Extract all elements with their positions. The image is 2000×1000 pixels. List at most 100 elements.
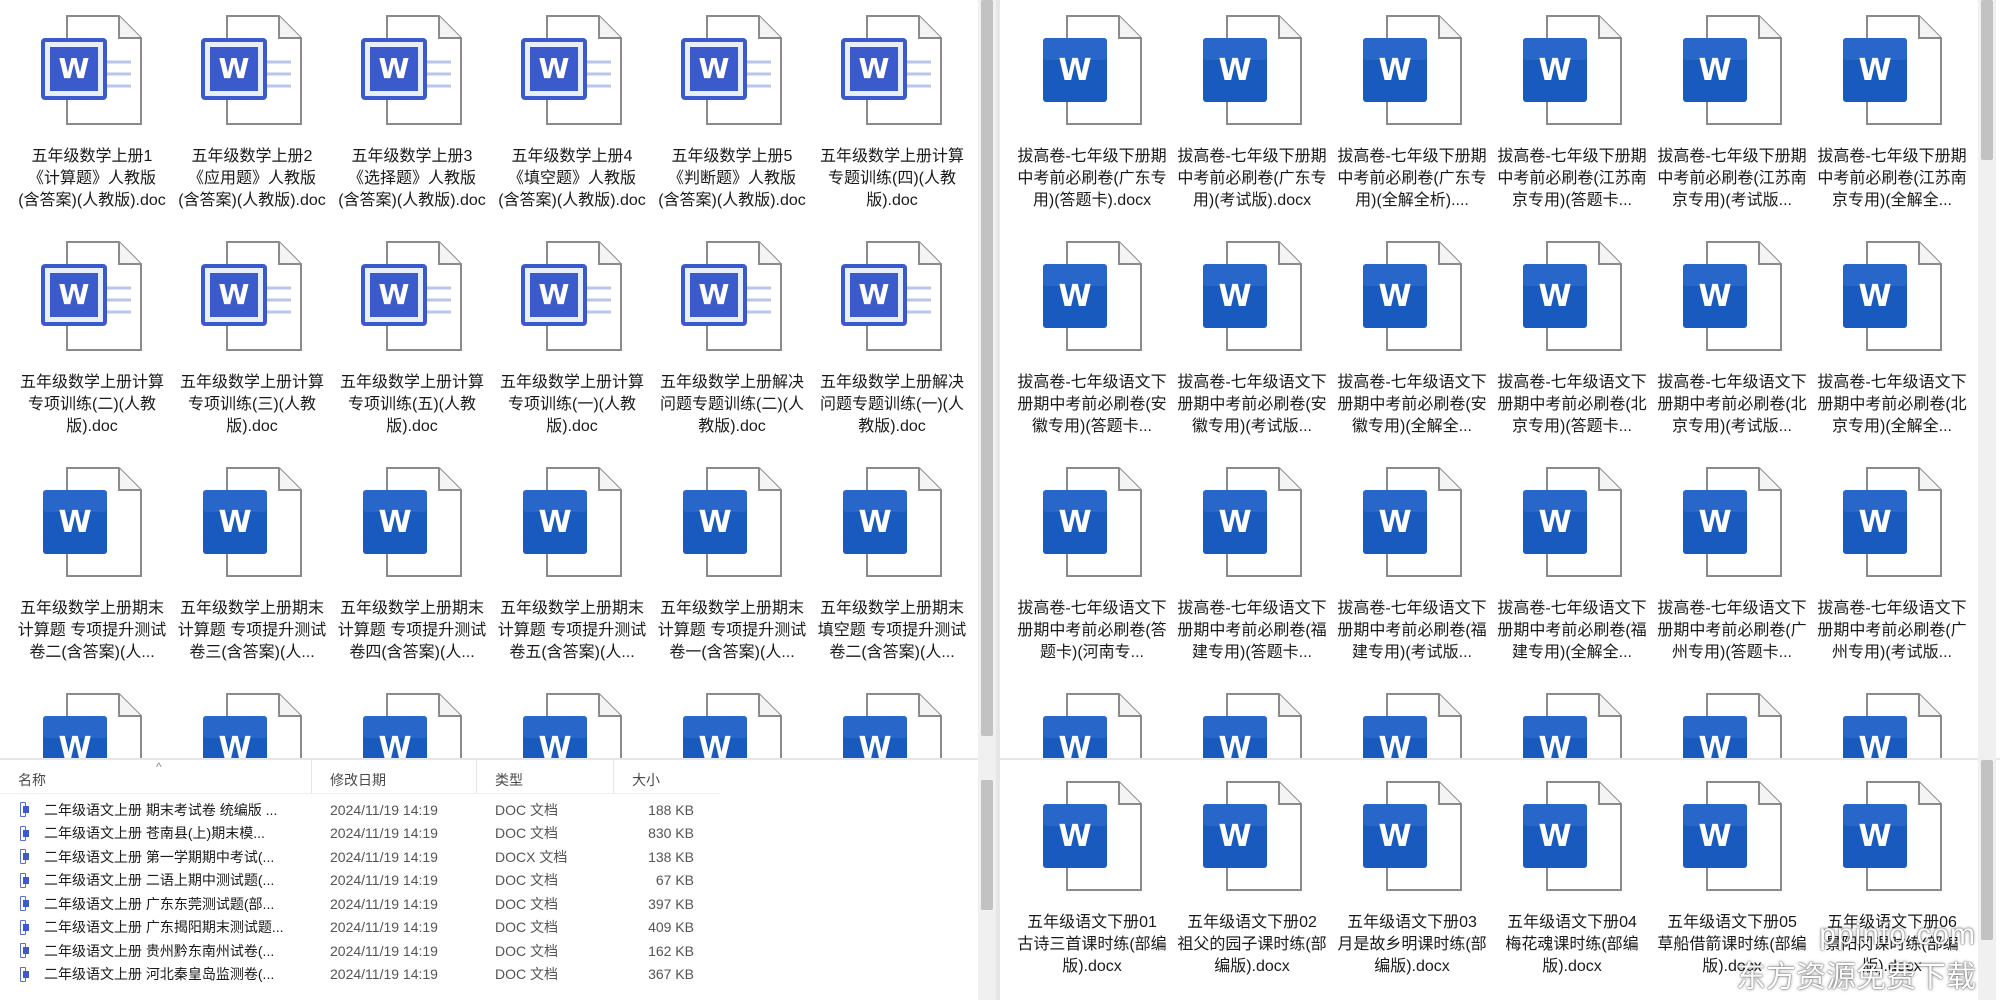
file-tile[interactable]: W [652,690,812,760]
file-tile[interactable]: W 拔高卷-七年级语文下册期中考前必刷卷(福建专用)(答题卡... [1172,464,1332,690]
file-tile[interactable]: W 五年级数学上册计算专项训练(五)(人教版).doc [332,238,492,464]
file-tile[interactable]: W 五年级数学上册计算专项训练(二)(人教版).doc [12,238,172,464]
file-list-row[interactable]: 二年级语文上册 广东揭阳期末测试题... 2024/11/19 14:19 DOC … [0,916,720,940]
file-tile[interactable]: W 五年级数学上册计算专项训练(一)(人教版).doc [492,238,652,464]
file-tile[interactable]: W [172,690,332,760]
file-tile[interactable]: W 五年级数学上册计算专题训练(四)(人教版).doc [812,12,972,238]
column-header-type[interactable]: 类型 [477,760,614,793]
file-name-label: 拔高卷-七年级下册期中考前必刷卷(广东专用)(答题卡).docx [1017,148,1167,209]
file-tile[interactable]: W 拔高卷-七年级下册期中考前必刷卷(广东专用)(答题卡).docx [1012,12,1172,238]
file-tile[interactable]: W 五年级语文下册01 古诗三首课时练(部编版).docx [1012,778,1172,1000]
svg-text:W: W [1698,279,1731,314]
file-name-label: 拔高卷-七年级下册期中考前必刷卷(江苏南京专用)(考试版... [1657,148,1807,209]
file-list-row[interactable]: 二年级语文上册 贵州黔东南州试卷(... 2024/11/19 14:19 DOC … [0,939,720,963]
file-size: 397 KB [648,895,694,912]
file-tile[interactable]: W 拔高卷-七年级语文下册期中考前必刷卷(北京专用)(全解全... [1812,238,1972,464]
file-tile[interactable]: W 拔高卷-七年级下册期中考前必刷卷(江苏南京专用)(考试版... [1652,12,1812,238]
file-tile[interactable]: W 五年级数学上册期末 计算题 专项提升测试卷四(含答案)(人... [332,464,492,690]
svg-text:W: W [1858,819,1891,854]
file-tile[interactable]: W 拔高卷-七年级语文下册期中考前必刷卷(北京专用)(考试版... [1652,238,1812,464]
file-tile[interactable]: W [12,690,172,760]
file-tile[interactable]: W 五年级数学上册期末 计算题 专项提升测试卷五(含答案)(人... [492,464,652,690]
file-tile[interactable]: W [1492,690,1652,760]
file-tile[interactable]: W [1812,690,1972,760]
word-document-icon [0,825,29,841]
file-tile[interactable]: W 拔高卷-七年级语文下册期中考前必刷卷(安徽专用)(全解全... [1332,238,1492,464]
word-document-icon: W [1837,12,1947,130]
file-list-row[interactable]: 二年级语文上册 二语上期中测试题(... 2024/11/19 14:19 DOC … [0,869,720,893]
file-name-label: 拔高卷-七年级语文下册期中考前必刷卷(北京专用)(答题卡... [1497,374,1647,435]
svg-text:W: W [539,278,570,311]
word-document-icon: W [517,464,627,582]
file-tile[interactable]: W 五年级数学上册解决问题专题训练(二)(人教版).doc [652,238,812,464]
vertical-scrollbar[interactable] [1978,0,1996,760]
file-list-row[interactable]: 二年级语文上册 河北秦皇岛监测卷(... 2024/11/19 14:19 DOC … [0,963,720,987]
file-name-label: 拔高卷-七年级语文下册期中考前必刷卷(北京专用)(全解全... [1817,374,1967,435]
file-tile[interactable]: W 拔高卷-七年级语文下册期中考前必刷卷(安徽专用)(考试版... [1172,238,1332,464]
word-document-icon: W [1357,12,1467,130]
file-tile[interactable]: W 五年级数学上册3《选择题》人教版 (含答案)(人教版).doc [332,12,492,238]
scrollbar-thumb[interactable] [981,0,993,736]
file-name-label: 五年级数学上册期末 计算题 专项提升测试卷一(含答案)(人... [657,600,807,661]
file-tile[interactable]: W [1652,690,1812,760]
file-tile[interactable]: W [332,690,492,760]
scrollbar-thumb[interactable] [981,780,993,910]
word-document-icon: W [1197,464,1307,582]
file-grid: W 拔高卷-七年级下册期中考前必刷卷(广东专用)(答题卡).docx W 拔高卷-七年… [1012,12,1972,760]
file-list-row[interactable]: 二年级语文上册 期末考试卷 统编版 ... 2024/11/19 14:19 DOC… [0,798,720,822]
file-tile[interactable]: W 拔高卷-七年级语文下册期中考前必刷卷(广州专用)(考试版... [1812,464,1972,690]
svg-text:W: W [1538,53,1571,88]
word-document-icon: W [837,464,947,582]
file-name: 二年级语文上册 苍南县(上)期末模... [44,825,265,842]
column-header-name[interactable]: 名称 ^ [0,760,312,793]
file-list-row[interactable]: 二年级语文上册 苍南县(上)期末模... 2024/11/19 14:19 DOC … [0,822,720,846]
file-tile[interactable]: W [812,690,972,760]
file-tile[interactable]: W [1172,690,1332,760]
file-tile[interactable]: W 五年级数学上册解决问题专题训练(一)(人教版).doc [812,238,972,464]
scrollbar-thumb[interactable] [1981,0,1993,160]
file-tile[interactable]: W 拔高卷-七年级下册期中考前必刷卷(广东专用)(全解全析).... [1332,12,1492,238]
svg-text:W: W [1538,731,1571,760]
file-tile[interactable]: W 拔高卷-七年级下册期中考前必刷卷(广东专用)(考试版).docx [1172,12,1332,238]
svg-text:W: W [1378,279,1411,314]
file-tile[interactable]: W 五年级语文下册02 祖父的园子课时练(部编版).docx [1172,778,1332,1000]
file-tile[interactable]: W 拔高卷-七年级语文下册期中考前必刷卷(广州专用)(答题卡... [1652,464,1812,690]
scrollbar-thumb[interactable] [1981,760,1993,940]
file-tile[interactable]: W 拔高卷-七年级语文下册期中考前必刷卷(安徽专用)(答题卡... [1012,238,1172,464]
svg-text:W: W [1058,505,1091,540]
file-tile[interactable]: W [1332,690,1492,760]
file-tile[interactable]: W 五年级数学上册5《判断题》人教版 (含答案)(人教版).doc [652,12,812,238]
file-tile[interactable]: W 五年级数学上册2《应用题》人教版 (含答案)(人教版).doc [172,12,332,238]
file-tile[interactable]: W 拔高卷-七年级语文下册期中考前必刷卷(北京专用)(答题卡... [1492,238,1652,464]
svg-text:W: W [698,731,731,760]
file-tile[interactable]: W 五年级语文下册03 月是故乡明课时练(部编版).docx [1332,778,1492,1000]
vertical-scrollbar[interactable] [978,0,996,760]
word-document-icon: W [1037,690,1147,760]
file-tile[interactable]: W 五年级数学上册期末 计算题 专项提升测试卷三(含答案)(人... [172,464,332,690]
file-tile[interactable]: W 拔高卷-七年级下册期中考前必刷卷(江苏南京专用)(全解全... [1812,12,1972,238]
file-tile[interactable]: W [1012,690,1172,760]
file-list-row[interactable]: 二年级语文上册 第一学期期中考试(... 2024/11/19 14:19 DOCX… [0,845,720,869]
file-tile[interactable]: W 五年级数学上册计算专项训练(三)(人教版).doc [172,238,332,464]
file-name: 二年级语文上册 河北秦皇岛监测卷(... [44,966,275,983]
svg-text:W: W [59,278,90,311]
file-size: 830 KB [648,825,694,842]
column-header-size[interactable]: 大小 [614,760,704,793]
file-tile[interactable]: W 拔高卷-七年级语文下册期中考前必刷卷(福建专用)(考试版... [1332,464,1492,690]
file-tile[interactable]: W 五年级数学上册期末 计算题 专项提升测试卷二(含答案)(人... [12,464,172,690]
column-header-date[interactable]: 修改日期 [312,760,477,793]
vertical-scrollbar[interactable] [978,760,996,1000]
file-name-label: 五年级数学上册3《选择题》人教版 (含答案)(人教版).doc [338,148,486,209]
word-document-icon [0,896,29,912]
vertical-scrollbar[interactable] [1978,760,1996,1000]
file-tile[interactable]: W 拔高卷-七年级语文下册期中考前必刷卷(答题卡)(河南专... [1012,464,1172,690]
file-tile[interactable]: W 五年级数学上册期末 计算题 专项提升测试卷一(含答案)(人... [652,464,812,690]
file-tile[interactable]: W 拔高卷-七年级语文下册期中考前必刷卷(福建专用)(全解全... [1492,464,1652,690]
file-tile[interactable]: W 拔高卷-七年级下册期中考前必刷卷(江苏南京专用)(答题卡... [1492,12,1652,238]
file-list-row[interactable]: 二年级语文上册 广东东莞测试题(部... 2024/11/19 14:19 DOC … [0,892,720,916]
file-tile[interactable]: W 五年级数学上册期末 填空题 专项提升测试卷二(含答案)(人... [812,464,972,690]
file-tile[interactable]: W [492,690,652,760]
file-tile[interactable]: W 五年级数学上册4《填空题》人教版 (含答案)(人教版).doc [492,12,652,238]
file-tile[interactable]: W 五年级数学上册1《计算题》人教版 (含答案)(人教版).doc [12,12,172,238]
file-tile[interactable]: W 五年级语文下册04 梅花魂课时练(部编版).docx [1492,778,1652,1000]
